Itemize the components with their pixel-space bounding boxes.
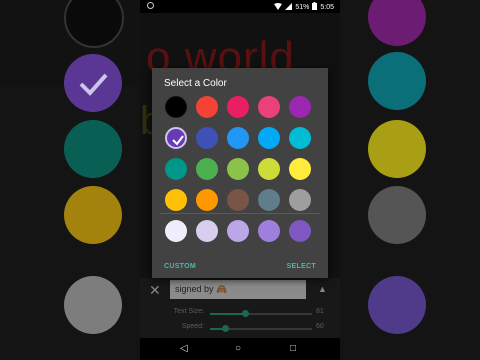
blur-swatch	[368, 276, 426, 334]
color-picker-dialog: Select a Color CUSTOM SELECT	[152, 68, 328, 278]
shade-swatch[interactable]	[196, 220, 218, 242]
color-swatch[interactable]	[165, 96, 187, 118]
color-swatch[interactable]	[227, 127, 249, 149]
shade-swatch[interactable]	[227, 220, 249, 242]
color-swatch[interactable]	[289, 127, 311, 149]
home-icon[interactable]: ○	[235, 343, 241, 354]
shade-swatch[interactable]	[258, 220, 280, 242]
color-swatch[interactable]	[289, 158, 311, 180]
clock: 5:05	[320, 3, 334, 11]
battery-icon	[312, 2, 318, 12]
battery-percent: 51%	[295, 3, 310, 11]
status-bar: 51% 5:05	[140, 0, 340, 13]
phone-screen: 51% 5:05 o world b ✕ signed by 🙈 ▲ Text …	[140, 0, 340, 360]
divider	[160, 213, 320, 214]
color-swatch[interactable]	[227, 189, 249, 211]
color-swatch[interactable]	[258, 189, 280, 211]
shade-swatch[interactable]	[289, 220, 311, 242]
color-swatch[interactable]	[165, 189, 187, 211]
check-icon	[172, 135, 184, 146]
blur-swatch	[64, 186, 122, 244]
blur-swatch	[64, 120, 122, 178]
color-swatch[interactable]	[196, 158, 218, 180]
notification-icon	[147, 2, 154, 9]
color-swatch[interactable]	[258, 96, 280, 118]
back-icon[interactable]: ◁	[180, 343, 188, 354]
color-swatch[interactable]	[227, 96, 249, 118]
dialog-title: Select a Color	[164, 78, 227, 89]
right-blurred-panel	[340, 0, 480, 360]
blur-swatch-selected	[64, 54, 122, 112]
signal-icon	[285, 2, 293, 12]
color-swatch[interactable]	[289, 189, 311, 211]
color-swatch[interactable]	[196, 127, 218, 149]
select-button[interactable]: SELECT	[287, 263, 316, 270]
recents-icon[interactable]: □	[290, 343, 296, 354]
color-swatch[interactable]	[227, 158, 249, 180]
navigation-bar: ◁ ○ □	[140, 338, 340, 360]
custom-button[interactable]: CUSTOM	[164, 263, 196, 270]
left-blurred-panel	[0, 0, 140, 360]
blur-swatch	[368, 0, 426, 46]
blur-swatch	[368, 120, 426, 178]
color-swatch[interactable]	[289, 96, 311, 118]
blur-swatch	[368, 186, 426, 244]
blur-swatch	[64, 276, 122, 334]
color-swatch[interactable]	[258, 158, 280, 180]
color-swatch[interactable]	[196, 96, 218, 118]
shade-swatch[interactable]	[165, 220, 187, 242]
color-swatch[interactable]	[258, 127, 280, 149]
blur-swatch	[368, 52, 426, 110]
color-swatch[interactable]	[196, 189, 218, 211]
color-swatch[interactable]	[165, 158, 187, 180]
wifi-icon	[274, 2, 283, 12]
color-swatch[interactable]	[165, 127, 187, 149]
